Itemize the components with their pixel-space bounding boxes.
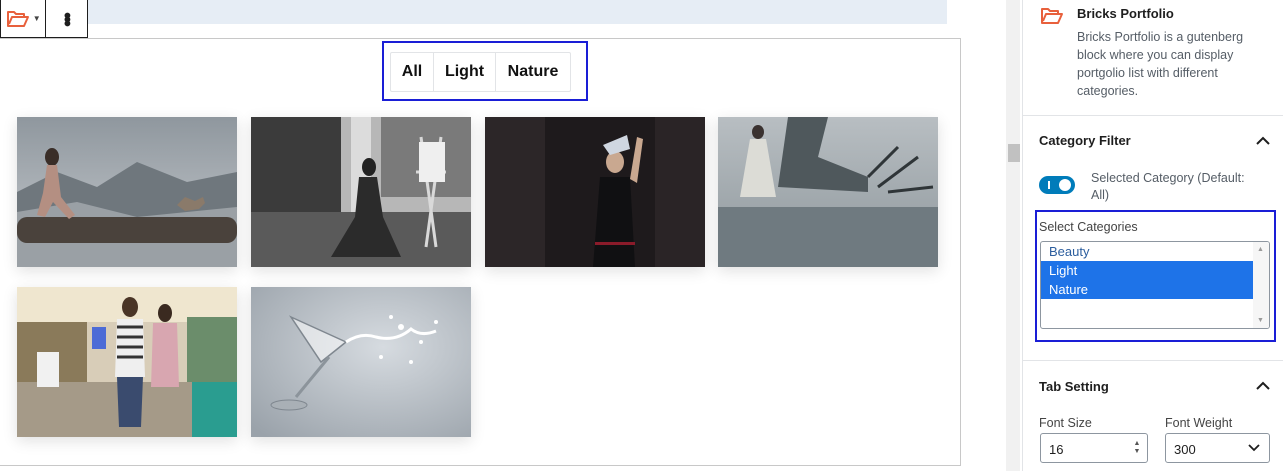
editor-top-strip xyxy=(0,0,947,24)
block-description: Bricks Portfolio is a gutenberg block wh… xyxy=(1077,30,1244,98)
font-size-label: Font Size xyxy=(1039,416,1092,430)
portfolio-image-bride-tree[interactable] xyxy=(718,117,938,267)
chevron-down-icon: ▼ xyxy=(32,14,41,23)
chevron-up-icon[interactable] xyxy=(1256,136,1270,146)
select-categories-label: Select Categories xyxy=(1039,220,1138,234)
font-weight-label: Font Weight xyxy=(1165,416,1233,430)
number-spinner-icon[interactable]: ▲ ▼ xyxy=(1132,440,1142,456)
portfolio-photo xyxy=(17,287,237,437)
scroll-down-arrow-icon[interactable]: ▼ xyxy=(1257,317,1264,324)
category-option-light[interactable]: Light xyxy=(1041,261,1253,280)
selected-category-toggle[interactable] xyxy=(1039,176,1075,194)
more-vertical-icon: ••• xyxy=(55,12,78,25)
panel-divider xyxy=(1022,360,1283,361)
portfolio-image-woman-dark-dress[interactable] xyxy=(485,117,705,267)
listbox-scrollbar[interactable]: ▲ ▼ xyxy=(1253,242,1269,328)
filter-tab-nature[interactable]: Nature xyxy=(496,53,570,91)
toggle-on-indicator xyxy=(1048,181,1050,189)
editor-canvas: ▼ ••• All Light Nature Bricks Portfolio … xyxy=(0,0,1283,471)
editor-scrollbar-thumb[interactable] xyxy=(1008,144,1020,162)
toggle-knob xyxy=(1059,179,1071,191)
more-options-button[interactable]: ••• xyxy=(46,0,87,37)
block-title: Bricks Portfolio xyxy=(1077,6,1174,21)
scroll-up-arrow-icon[interactable]: ▲ xyxy=(1257,246,1264,253)
portfolio-image-woman-painting[interactable] xyxy=(251,117,471,267)
font-size-input[interactable]: 16 ▲ ▼ xyxy=(1040,433,1148,463)
select-categories-listbox[interactable]: Beauty Light Nature ▲ ▼ xyxy=(1040,241,1270,329)
font-weight-value: 300 xyxy=(1174,442,1196,457)
portfolio-image-martini-splash[interactable] xyxy=(251,287,471,437)
filter-tabs: All Light Nature xyxy=(390,52,571,92)
filter-tab-light[interactable]: Light xyxy=(434,53,496,91)
folder-open-icon xyxy=(1041,8,1063,24)
portfolio-image-shopping[interactable] xyxy=(17,287,237,437)
chevron-up-icon[interactable] xyxy=(1256,381,1270,391)
filter-tab-all[interactable]: All xyxy=(391,53,434,91)
font-size-value: 16 xyxy=(1049,442,1064,457)
folder-open-icon xyxy=(6,10,29,27)
category-filter-panel-title[interactable]: Category Filter xyxy=(1039,133,1131,148)
selected-category-toggle-label: Selected Category (Default: All) xyxy=(1091,171,1245,202)
portfolio-image-woman-on-log[interactable] xyxy=(17,117,237,267)
block-toolbar: ▼ ••• xyxy=(0,0,88,38)
tab-setting-panel-title[interactable]: Tab Setting xyxy=(1039,379,1109,394)
editor-scrollbar[interactable] xyxy=(1006,0,1020,471)
category-option-nature[interactable]: Nature xyxy=(1041,280,1253,299)
portfolio-photo xyxy=(718,117,938,267)
portfolio-photo xyxy=(251,287,471,437)
chevron-down-icon xyxy=(1248,444,1260,452)
category-option-beauty[interactable]: Beauty xyxy=(1041,242,1253,261)
portfolio-photo xyxy=(485,117,705,267)
font-weight-select[interactable]: 300 xyxy=(1165,433,1270,463)
block-type-button[interactable]: ▼ xyxy=(1,0,47,37)
portfolio-photo xyxy=(17,117,237,267)
portfolio-photo xyxy=(251,117,471,267)
